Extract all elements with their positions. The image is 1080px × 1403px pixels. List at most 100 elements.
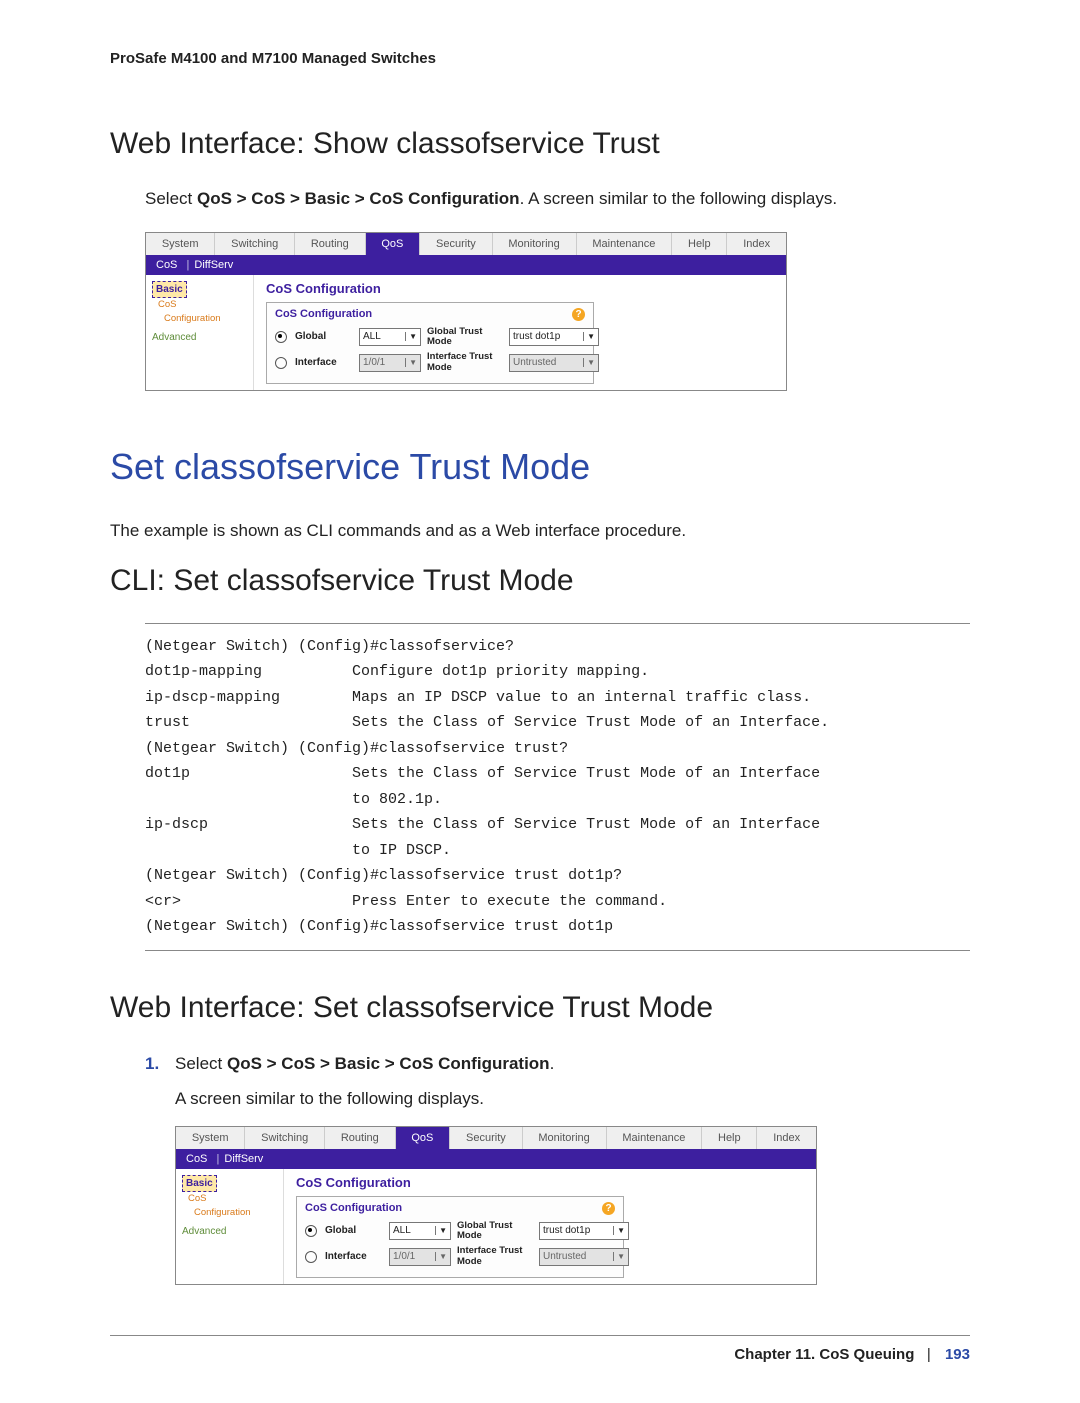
label-global-trust-mode: Global Trust Mode xyxy=(427,327,503,348)
heading-web-show: Web Interface: Show classofservice Trust xyxy=(110,127,970,161)
page-footer: Chapter 11. CoS Queuing | 193 xyxy=(110,1346,970,1363)
label-global-trust-mode: Global Trust Mode xyxy=(457,1221,533,1242)
footer-rule xyxy=(110,1335,970,1336)
step1-prefix: Select xyxy=(175,1054,227,1073)
radio-global[interactable] xyxy=(275,331,287,343)
select-global-scope[interactable]: ALL ▼ xyxy=(389,1222,451,1240)
tab-index[interactable]: Index xyxy=(757,1127,816,1149)
step1-sub: A screen similar to the following displa… xyxy=(175,1085,970,1114)
para1-suffix: . A screen similar to the following disp… xyxy=(520,189,837,208)
footer-sep: | xyxy=(927,1346,931,1363)
sidebar-item-cos[interactable]: CoS xyxy=(158,298,247,312)
sidebar-item-basic[interactable]: Basic xyxy=(152,281,187,298)
chevron-down-icon: ▼ xyxy=(583,358,595,367)
tab-monitoring[interactable]: Monitoring xyxy=(523,1127,607,1149)
tab-maintenance[interactable]: Maintenance xyxy=(607,1127,703,1149)
select-interface-trust-mode: Untrusted ▼ xyxy=(509,354,599,372)
tab-qos[interactable]: QoS xyxy=(366,233,421,255)
select-interface-trust-mode-value: Untrusted xyxy=(543,1251,586,1262)
ui-screenshot-2: System Switching Routing QoS Security Mo… xyxy=(175,1126,817,1286)
chevron-down-icon: ▼ xyxy=(405,332,417,341)
panel-title: CoS Configuration xyxy=(275,308,372,321)
heading-set-cos-trust-mode: Set classofservice Trust Mode xyxy=(110,446,970,488)
para1-bold-path: QoS > CoS > Basic > CoS Configuration xyxy=(197,189,520,208)
footer-page-number: 193 xyxy=(945,1346,970,1363)
step-1: Select QoS > CoS > Basic > CoS Configura… xyxy=(145,1050,970,1114)
tab-monitoring[interactable]: Monitoring xyxy=(493,233,577,255)
tab-system[interactable]: System xyxy=(176,1127,245,1149)
select-interface-value: 1/0/1 xyxy=(393,1251,415,1262)
ui-sidebar: Basic CoS Configuration Advanced xyxy=(176,1169,284,1285)
select-global-trust-mode-value: trust dot1p xyxy=(543,1225,590,1236)
chevron-down-icon: ▼ xyxy=(435,1252,447,1261)
chevron-down-icon: ▼ xyxy=(613,1226,625,1235)
panel-title: CoS Configuration xyxy=(305,1202,402,1215)
cli-code-block: (Netgear Switch) (Config)#classofservice… xyxy=(145,623,970,951)
select-global-scope-value: ALL xyxy=(393,1225,411,1236)
sidebar-item-configuration[interactable]: Configuration xyxy=(164,312,247,326)
help-icon[interactable]: ? xyxy=(572,308,585,321)
radio-interface[interactable] xyxy=(275,357,287,369)
chevron-down-icon: ▼ xyxy=(435,1226,447,1235)
tab-help[interactable]: Help xyxy=(672,233,727,255)
ui-main-tabs: System Switching Routing QoS Security Mo… xyxy=(146,233,786,255)
sidebar-item-basic[interactable]: Basic xyxy=(182,1175,217,1192)
subtab-diffserv[interactable]: DiffServ xyxy=(224,1153,263,1165)
sidebar-item-configuration[interactable]: Configuration xyxy=(194,1206,277,1220)
label-interface-trust-mode: Interface Trust Mode xyxy=(427,352,503,373)
subtab-cos[interactable]: CoS xyxy=(186,1153,207,1165)
select-global-scope-value: ALL xyxy=(363,331,381,342)
footer-chapter: Chapter 11. CoS Queuing xyxy=(734,1346,914,1363)
tab-routing[interactable]: Routing xyxy=(295,233,366,255)
radio-interface[interactable] xyxy=(305,1251,317,1263)
heading-cli-set: CLI: Set classofservice Trust Mode xyxy=(110,564,970,598)
tab-security[interactable]: Security xyxy=(420,233,492,255)
step1-suffix: . xyxy=(550,1054,555,1073)
tab-security[interactable]: Security xyxy=(450,1127,522,1149)
sidebar-item-advanced[interactable]: Advanced xyxy=(182,1224,277,1239)
label-interface: Interface xyxy=(325,1251,383,1262)
tab-system[interactable]: System xyxy=(146,233,215,255)
select-interface[interactable]: 1/0/1 ▼ xyxy=(359,354,421,372)
ui-subbar: CoS | DiffServ xyxy=(176,1149,816,1169)
select-interface-value: 1/0/1 xyxy=(363,357,385,368)
cos-config-panel: CoS Configuration ? Global ALL ▼ Global T… xyxy=(266,302,594,385)
para-select-path-1: Select QoS > CoS > Basic > CoS Configura… xyxy=(145,186,970,212)
ui-content: CoS Configuration CoS Configuration ? Gl… xyxy=(284,1169,816,1285)
sidebar-item-cos[interactable]: CoS xyxy=(188,1192,277,1206)
subtab-cos[interactable]: CoS xyxy=(156,259,177,271)
tab-index[interactable]: Index xyxy=(727,233,786,255)
tab-switching[interactable]: Switching xyxy=(215,233,295,255)
ui-content: CoS Configuration CoS Configuration ? Gl… xyxy=(254,275,786,391)
subbar-separator: | xyxy=(186,259,189,271)
tab-help[interactable]: Help xyxy=(702,1127,757,1149)
content-title: CoS Configuration xyxy=(266,281,774,296)
cos-config-panel: CoS Configuration ? Global ALL▼ Global T… xyxy=(296,1196,624,1279)
subtab-diffserv[interactable]: DiffServ xyxy=(194,259,233,271)
tab-qos[interactable]: QoS xyxy=(396,1127,451,1149)
label-global: Global xyxy=(295,331,353,342)
para1-prefix: Select xyxy=(145,189,197,208)
content-title: CoS Configuration xyxy=(296,1175,804,1190)
help-icon[interactable]: ? xyxy=(602,1202,615,1215)
select-global-trust-mode-value: trust dot1p xyxy=(513,331,560,342)
select-interface[interactable]: 1/0/1 ▼ xyxy=(389,1248,451,1266)
select-interface-trust-mode: Untrusted▼ xyxy=(539,1248,629,1266)
sidebar-item-advanced[interactable]: Advanced xyxy=(152,330,247,345)
heading-web-set: Web Interface: Set classofservice Trust … xyxy=(110,991,970,1025)
select-global-trust-mode[interactable]: trust dot1p▼ xyxy=(509,328,599,346)
ui-main-tabs: System Switching Routing QoS Security Mo… xyxy=(176,1127,816,1149)
ui-screenshot-1: System Switching Routing QoS Security Mo… xyxy=(145,232,787,392)
select-global-trust-mode[interactable]: trust dot1p ▼ xyxy=(539,1222,629,1240)
tab-routing[interactable]: Routing xyxy=(325,1127,396,1149)
chevron-down-icon: ▼ xyxy=(405,358,417,367)
select-global-scope[interactable]: ALL ▼ xyxy=(359,328,421,346)
tab-maintenance[interactable]: Maintenance xyxy=(577,233,673,255)
select-interface-trust-mode-value: Untrusted xyxy=(513,357,556,368)
subbar-separator: | xyxy=(216,1153,219,1165)
ui-subbar: CoS | DiffServ xyxy=(146,255,786,275)
tab-switching[interactable]: Switching xyxy=(245,1127,325,1149)
label-interface: Interface xyxy=(295,357,353,368)
label-interface-trust-mode: Interface Trust Mode xyxy=(457,1246,533,1267)
radio-global[interactable] xyxy=(305,1225,317,1237)
